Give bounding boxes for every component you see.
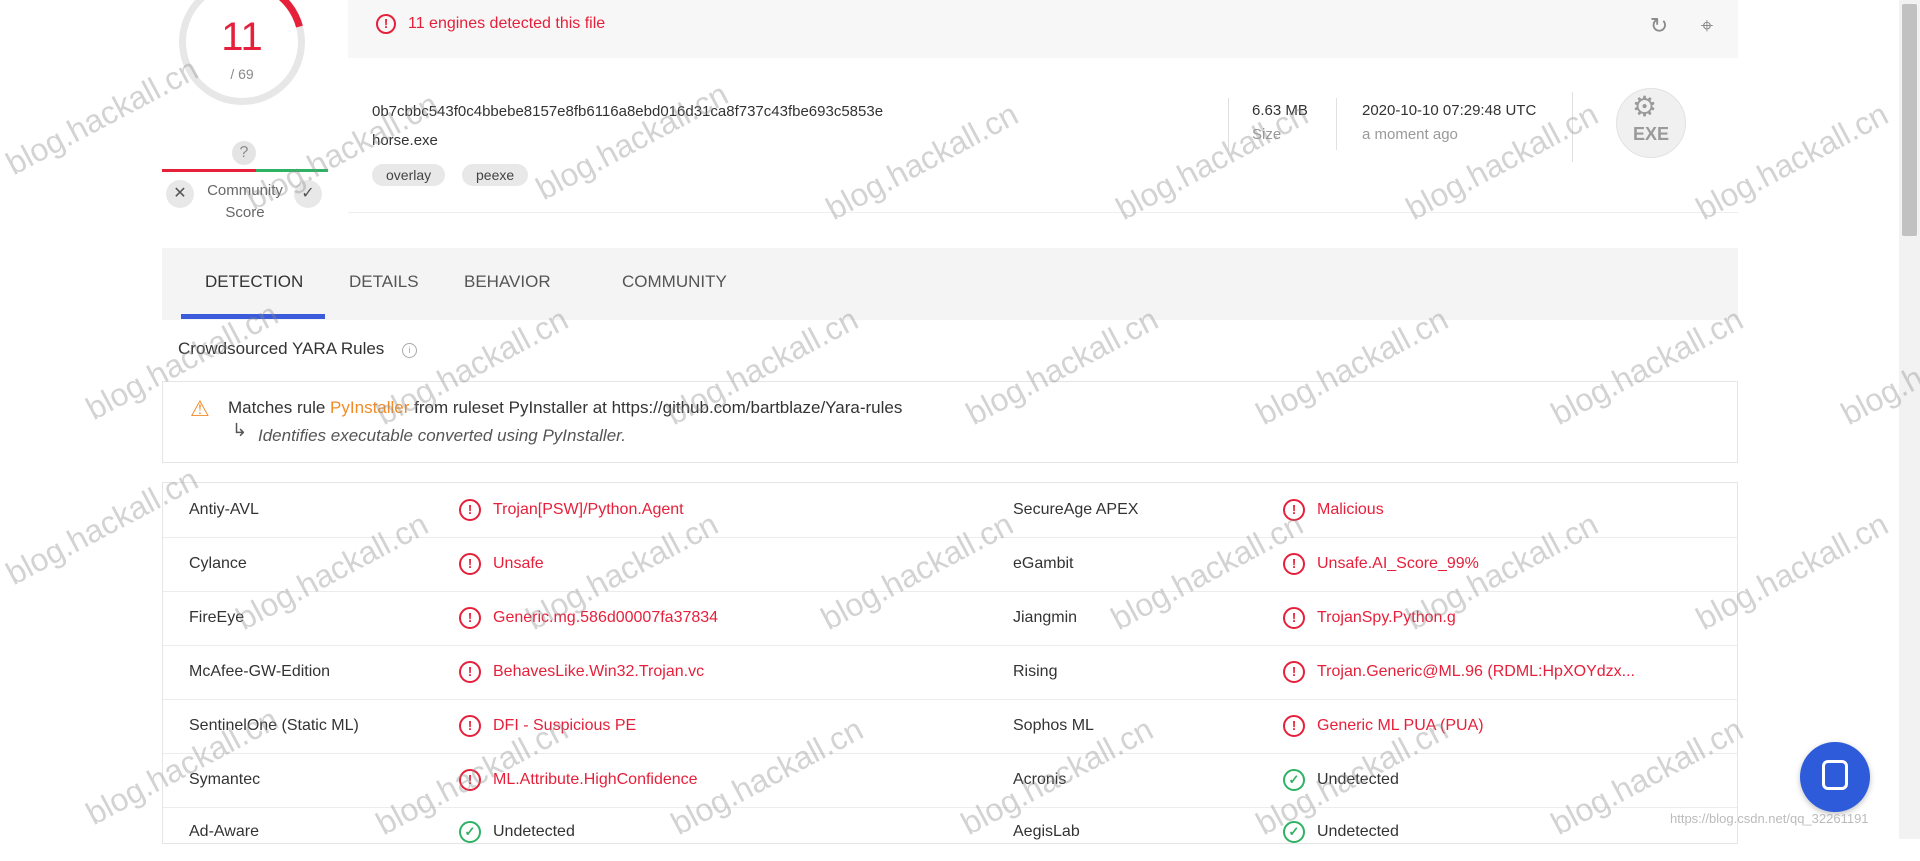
alert-icon: !	[376, 14, 396, 34]
graph-icon[interactable]: ⌖	[1694, 13, 1720, 39]
engine-name: Cylance	[189, 555, 247, 572]
community-score-badge: ?	[232, 141, 256, 165]
yara-rule-description: Identifies executable converted using Py…	[258, 426, 626, 445]
divider	[1572, 92, 1573, 162]
engine-name: eGambit	[1013, 555, 1074, 572]
engine-name: Ad-Aware	[189, 823, 259, 840]
clean-check-icon: ✓	[459, 821, 481, 843]
detection-table: Antiy-AVL ! Trojan[PSW]/Python.Agent Sec…	[162, 482, 1738, 844]
engine-name: FireEye	[189, 609, 245, 626]
engine-name: Symantec	[189, 771, 261, 788]
file-size-label: Size	[1252, 126, 1282, 143]
file-info-card	[348, 62, 1738, 213]
malicious-icon: !	[1283, 715, 1305, 737]
malicious-icon: !	[1283, 499, 1305, 521]
tab-details[interactable]: DETAILS	[349, 272, 419, 292]
malicious-icon: !	[459, 553, 481, 575]
reply-arrow-icon: ↳	[232, 420, 248, 440]
vote-harmful-button[interactable]: ✕	[166, 180, 194, 208]
table-row: SentinelOne (Static ML) ! DFI - Suspicio…	[163, 699, 1737, 754]
csdn-watermark: https://blog.csdn.net/qq_32261191	[1670, 811, 1869, 826]
malicious-icon: !	[459, 661, 481, 683]
engine-result: Trojan.Generic@ML.96 (RDML:HpXOYdzx...	[1317, 663, 1635, 680]
community-score-label: Community Score	[207, 182, 283, 221]
malicious-icon: !	[1283, 607, 1305, 629]
yara-rule-link[interactable]: PyInstaller	[330, 398, 409, 417]
table-row: Ad-Aware ✓ Undetected AegisLab ✓ Undetec…	[163, 807, 1737, 861]
analysis-date-value: 2020-10-10 07:29:48 UTC	[1362, 102, 1537, 119]
info-icon[interactable]: i	[402, 343, 417, 358]
clean-check-icon: ✓	[1283, 769, 1305, 791]
reanalyze-icon[interactable]: ↻	[1646, 13, 1672, 39]
engine-result: Generic ML PUA (PUA)	[1317, 717, 1484, 734]
table-row: Antiy-AVL ! Trojan[PSW]/Python.Agent Sec…	[163, 483, 1737, 538]
table-row: McAfee-GW-Edition ! BehavesLike.Win32.Tr…	[163, 645, 1737, 700]
detection-banner: ! 11 engines detected this file ↻ ⌖	[348, 0, 1738, 58]
analysis-date-label: a moment ago	[1362, 126, 1458, 143]
divider	[1228, 98, 1229, 150]
scrollbar-thumb[interactable]	[1902, 4, 1917, 236]
detection-banner-text: 11 engines detected this file	[408, 15, 606, 32]
malicious-icon: !	[459, 499, 481, 521]
malicious-icon: !	[1283, 661, 1305, 683]
table-row: Cylance ! Unsafe eGambit ! Unsafe.AI_Sco…	[163, 537, 1737, 592]
clean-check-icon: ✓	[1283, 821, 1305, 843]
engine-result: Undetected	[493, 823, 575, 840]
engine-name: McAfee-GW-Edition	[189, 663, 331, 680]
engine-name: Sophos ML	[1013, 717, 1094, 734]
engine-result: Unsafe.AI_Score_99%	[1317, 555, 1479, 572]
gear-icon: ⚙	[1632, 91, 1658, 122]
engine-result: DFI - Suspicious PE	[493, 717, 637, 734]
engine-name: AegisLab	[1013, 823, 1080, 840]
engine-result: Undetected	[1317, 771, 1399, 788]
file-size-value: 6.63 MB	[1252, 102, 1308, 119]
watermark: blog.hackall.cn	[0, 50, 204, 182]
table-row: Symantec ! ML.Attribute.HighConfidence A…	[163, 753, 1737, 808]
engine-name: SecureAge APEX	[1013, 501, 1139, 518]
detection-count: 11	[221, 15, 263, 59]
engine-name: Antiy-AVL	[189, 501, 259, 518]
engine-name: SentinelOne (Static ML)	[189, 717, 359, 734]
file-tag[interactable]: peexe	[462, 164, 529, 186]
vote-harmless-button[interactable]: ✓	[294, 180, 322, 208]
community-score-bar	[162, 169, 328, 173]
file-type-label: EXE	[1632, 124, 1670, 144]
warning-icon: ⚠	[190, 396, 210, 421]
engine-result: ML.Attribute.HighConfidence	[493, 771, 698, 788]
engine-result: Undetected	[1317, 823, 1399, 840]
malicious-icon: !	[459, 607, 481, 629]
malicious-icon: !	[1283, 553, 1305, 575]
engine-result: BehavesLike.Win32.Trojan.vc	[493, 663, 705, 680]
engine-result: Generic.mg.586d00007fa37834	[493, 609, 719, 626]
engine-result: Trojan[PSW]/Python.Agent	[493, 501, 684, 518]
tab-community[interactable]: COMMUNITY	[622, 272, 727, 292]
malicious-icon: !	[459, 769, 481, 791]
active-tab-indicator	[181, 314, 325, 319]
yara-rule-match: Matches rule PyInstaller from ruleset Py…	[228, 398, 903, 417]
engine-result: Malicious	[1317, 501, 1384, 518]
engine-total: / 69	[230, 66, 254, 82]
engine-name: Jiangmin	[1013, 609, 1078, 626]
engine-name: Acronis	[1013, 771, 1067, 788]
file-name: horse.exe	[372, 132, 438, 149]
malicious-icon: !	[459, 715, 481, 737]
engine-result: Unsafe	[493, 555, 544, 572]
tab-behavior[interactable]: BEHAVIOR	[464, 272, 551, 292]
divider	[1336, 98, 1337, 150]
yara-rule-card	[162, 381, 1738, 463]
file-tag[interactable]: overlay	[372, 164, 446, 186]
yara-section-title: Crowdsourced YARA Rules	[178, 339, 385, 358]
chat-icon	[1822, 760, 1848, 790]
tab-detection[interactable]: DETECTION	[205, 272, 303, 292]
file-hash[interactable]: 0b7cbbc543f0c4bbebe8157e8fb6116a8ebd016d…	[372, 103, 883, 120]
table-row: FireEye ! Generic.mg.586d00007fa37834 Ji…	[163, 591, 1737, 646]
engine-name: Rising	[1013, 663, 1058, 680]
engine-result: TrojanSpy.Python.g	[1317, 609, 1456, 626]
